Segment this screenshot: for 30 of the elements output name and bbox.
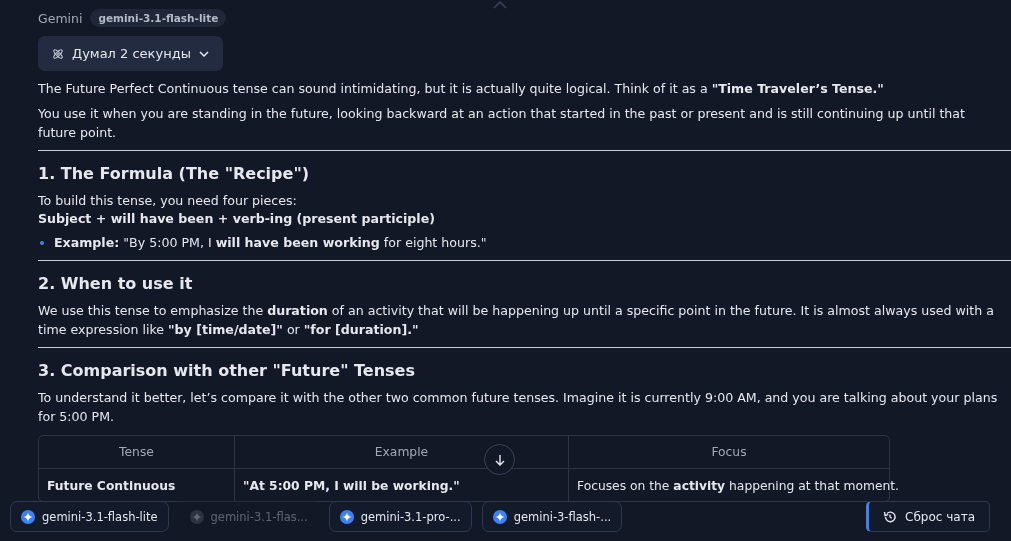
paragraph: You use it when you are standing in the future, looking backward at an action that started in the past or present and is still continuing up until that future point.	[38, 105, 966, 142]
sparkle-icon	[339, 509, 354, 524]
section-heading: 1. The Formula (The "Recipe")	[38, 163, 311, 185]
paragraph: To understand it better, let’s compare it with the other two common future tenses. Imagine it is currently 9:00 AM, and you are talking about your plans for 5:00 PM.	[38, 389, 998, 426]
text-line: To build this tense, you need four pieces:	[38, 192, 298, 210]
section-heading: 3. Comparison with other "Future" Tenses	[38, 360, 416, 382]
model-chip[interactable]: gemini-3-flash-...	[481, 501, 623, 532]
list-item: Example: "By 5:00 PM, I will have been working for eight hours."	[54, 234, 487, 252]
thinking-toggle[interactable]: Думал 2 секунды	[38, 36, 223, 71]
scroll-down-button[interactable]	[484, 444, 515, 475]
paragraph: We use this tense to emphasize the duration of an activity that will be happening up until a specific point in the future. It is almost always used with a time expression like "by [time/date]" or "for [duration]."	[38, 302, 995, 339]
column-header: Tense	[118, 444, 155, 461]
atom-icon	[52, 47, 64, 60]
history-icon	[883, 509, 898, 524]
chevron-icon	[198, 50, 209, 57]
reset-chat-button[interactable]: Сброс чата	[866, 501, 990, 532]
bullet-icon	[40, 240, 44, 245]
column-header: Focus	[568, 436, 889, 468]
paragraph: The Future Perfect Continuous tense can sound intimidating, but it is actually quite logical. Think of it as a "Time Traveler’s Tense."	[38, 80, 885, 98]
section-heading: 2. When to use it	[38, 273, 194, 295]
sparkle-icon	[189, 509, 204, 524]
model-chip[interactable]: gemini-3.1-pro-...	[328, 501, 472, 532]
sparkle-icon	[492, 509, 507, 524]
arrow-down-icon	[494, 453, 505, 466]
sparkle-icon	[21, 509, 35, 524]
author-name: Gemini	[38, 10, 83, 26]
text-line: Subject + will have been + verb-ing (present participle)	[38, 210, 436, 228]
model-chip[interactable]: gemini-3.1-flash-lite	[10, 501, 169, 532]
model-badge: gemini-3.1-flash-lite	[90, 9, 227, 27]
table-cell-text: Future Continuous	[46, 478, 177, 495]
